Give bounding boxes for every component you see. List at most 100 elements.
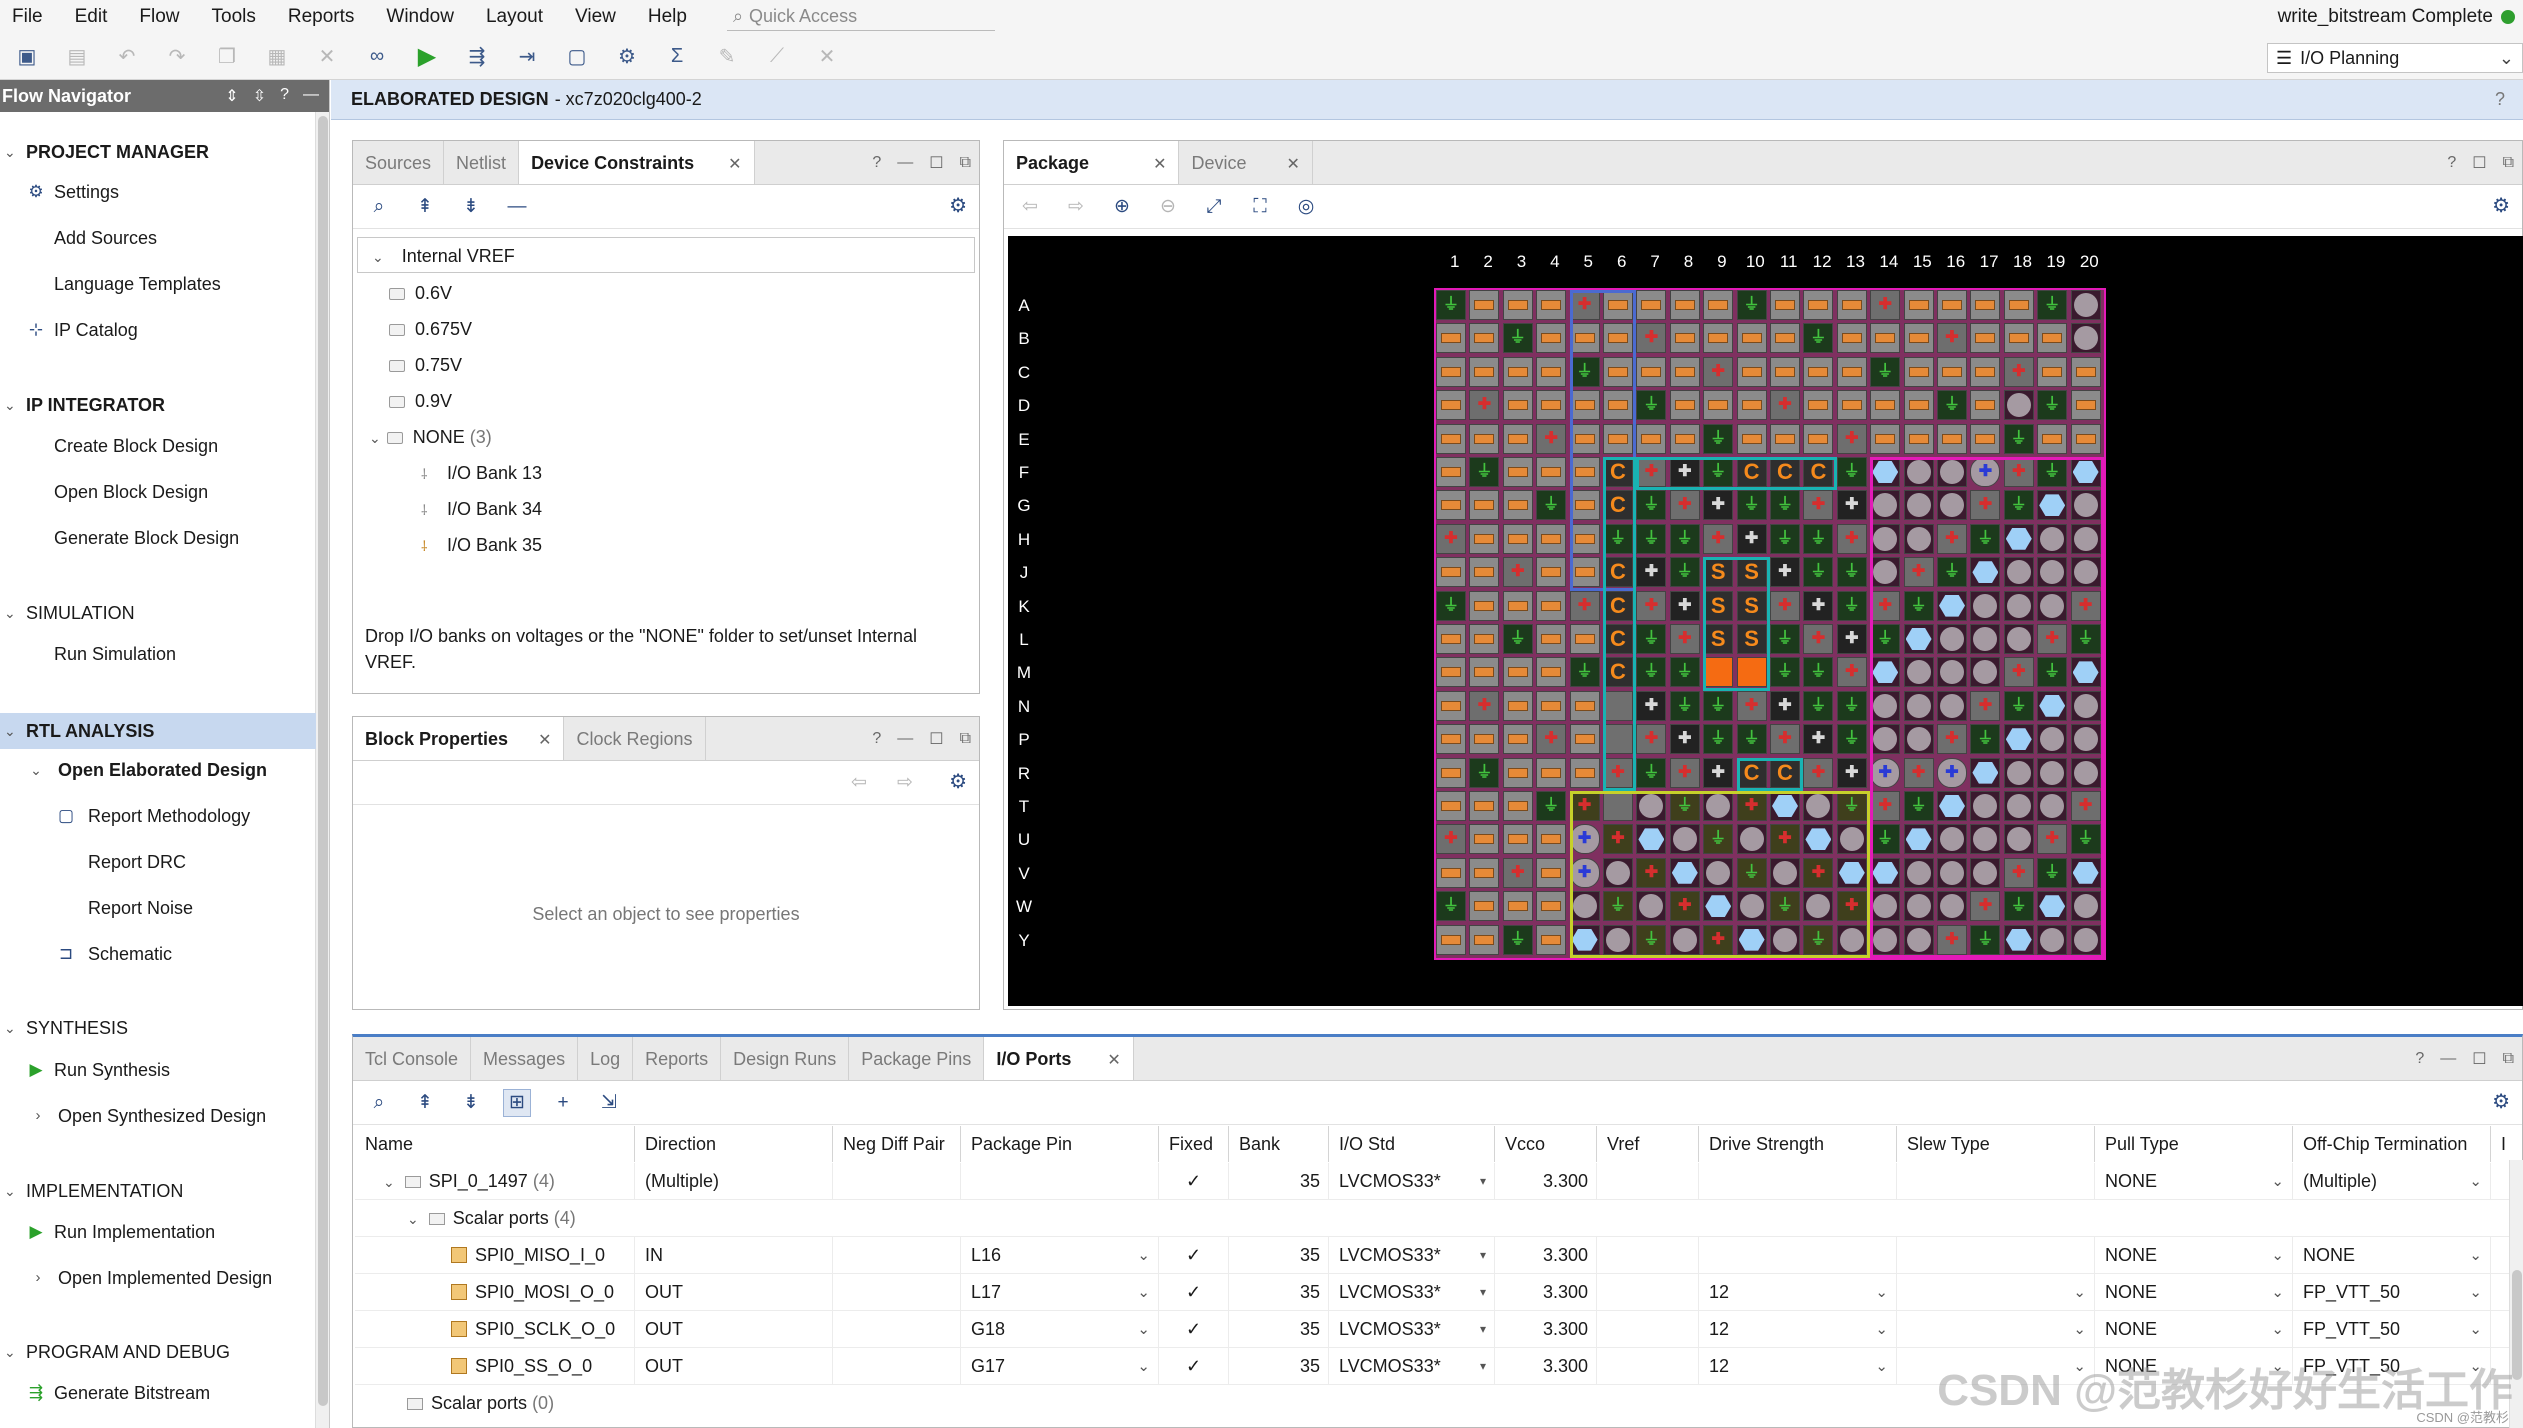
package-pin[interactable] xyxy=(1569,557,1600,588)
menu-view[interactable]: View xyxy=(561,0,634,34)
package-pin[interactable]: ⏚ xyxy=(1636,390,1667,421)
package-pin[interactable] xyxy=(1502,791,1533,821)
package-pin[interactable]: C xyxy=(1770,457,1800,487)
add-icon[interactable]: + xyxy=(549,1089,577,1117)
search-icon[interactable]: ⌕ xyxy=(365,1089,393,1117)
package-pin[interactable] xyxy=(1536,657,1567,688)
menu-window[interactable]: Window xyxy=(372,0,472,34)
nav-run-simulation[interactable]: Run Simulation xyxy=(54,639,176,669)
tree-node-voltage[interactable]: 0.675V xyxy=(357,311,472,347)
package-pin[interactable]: ⏚ xyxy=(1836,690,1867,721)
package-pin[interactable]: ✚ xyxy=(2037,824,2068,855)
package-pin[interactable] xyxy=(1536,824,1567,855)
zoom-in-icon[interactable]: ⊕ xyxy=(1108,193,1136,221)
minimize-icon[interactable]: — xyxy=(897,154,913,172)
cell-fixed[interactable]: ✓ xyxy=(1159,1274,1229,1311)
package-pin[interactable]: ✚ xyxy=(1636,857,1667,888)
package-pin[interactable]: ⏚ xyxy=(1603,891,1633,922)
package-pin[interactable] xyxy=(1636,290,1667,320)
nav-create-block-design[interactable]: Create Block Design xyxy=(54,431,218,461)
package-pin[interactable]: ⏚ xyxy=(1636,624,1667,654)
quick-access-input[interactable]: ⌕ Quick Access xyxy=(726,3,995,31)
package-pin[interactable] xyxy=(1937,791,1967,821)
package-pin[interactable]: ✚ xyxy=(1436,523,1466,554)
package-pin[interactable]: ✚ xyxy=(1836,624,1867,654)
menu-help[interactable]: Help xyxy=(634,0,705,34)
table-row-group[interactable]: ⌄ SPI_0_1497 (4) (Multiple) ✓ 35 LVCMOS33… xyxy=(355,1163,2523,1200)
package-pin[interactable] xyxy=(1937,624,1967,654)
package-pin[interactable] xyxy=(2070,557,2101,588)
search-icon[interactable]: ⌕ xyxy=(365,193,393,221)
package-pin[interactable]: S xyxy=(1703,624,1734,654)
nav-report-noise[interactable]: Report Noise xyxy=(88,893,193,923)
package-pin[interactable]: ⏚ xyxy=(1803,924,1834,955)
minimize-icon[interactable]: — xyxy=(2440,1050,2456,1068)
package-pin[interactable] xyxy=(1536,891,1567,922)
package-pin[interactable] xyxy=(1469,423,1500,454)
package-pin[interactable] xyxy=(1636,356,1667,387)
package-pin[interactable] xyxy=(1436,457,1466,487)
package-pin[interactable]: ✚ xyxy=(1469,690,1500,721)
package-pin[interactable] xyxy=(1502,690,1533,721)
float-icon[interactable]: ⧉ xyxy=(2503,1050,2514,1068)
package-pin[interactable] xyxy=(1502,724,1533,755)
package-pin[interactable] xyxy=(1903,423,1934,454)
package-pin[interactable] xyxy=(1603,290,1633,320)
package-pin[interactable] xyxy=(1870,924,1901,955)
package-pin[interactable] xyxy=(1669,323,1700,354)
tool-a-icon[interactable]: ✎ xyxy=(710,40,744,74)
package-pin[interactable] xyxy=(2070,523,2101,554)
close-icon[interactable]: ✕ xyxy=(1287,156,1300,173)
nav-ip-catalog[interactable]: ⊹ IP Catalog xyxy=(26,315,138,345)
package-pin[interactable] xyxy=(1937,690,1967,721)
cell-pull[interactable]: NONE ⌄ xyxy=(2095,1163,2293,1200)
package-pin[interactable] xyxy=(1569,323,1600,354)
package-pin[interactable] xyxy=(1736,356,1767,387)
package-pin[interactable] xyxy=(1536,557,1567,588)
package-pin[interactable]: ⏚ xyxy=(2070,624,2101,654)
package-pin[interactable] xyxy=(2070,724,2101,755)
back-icon[interactable]: ⇦ xyxy=(845,769,873,797)
package-pin[interactable] xyxy=(1937,657,1967,688)
package-pin[interactable] xyxy=(1436,757,1466,788)
package-pin[interactable] xyxy=(1536,523,1567,554)
maximize-icon[interactable]: ☐ xyxy=(929,729,943,749)
package-pin[interactable] xyxy=(2003,390,2034,421)
package-pin[interactable] xyxy=(1436,791,1466,821)
package-pin[interactable] xyxy=(1636,423,1667,454)
package-pin[interactable]: ⏚ xyxy=(1770,523,1800,554)
package-pin[interactable]: ⏚ xyxy=(1669,791,1700,821)
collapse-all-icon[interactable]: ⇞ xyxy=(411,1089,439,1117)
package-pin[interactable] xyxy=(2070,423,2101,454)
package-pin[interactable] xyxy=(1970,657,2001,688)
package-pin[interactable]: ✚ xyxy=(1770,390,1800,421)
settings-gear-icon[interactable]: ⚙ xyxy=(610,40,644,74)
package-pin[interactable]: ✚ xyxy=(1770,557,1800,588)
package-pin[interactable] xyxy=(1603,423,1633,454)
package-pin[interactable] xyxy=(2070,891,2101,922)
cell-io-std[interactable]: LVCMOS33* ▾ xyxy=(1329,1163,1495,1200)
package-pin[interactable] xyxy=(1870,891,1901,922)
nav-report-drc[interactable]: Report DRC xyxy=(88,847,186,877)
section-implementation[interactable]: ⌄ IMPLEMENTATION xyxy=(0,1176,316,1206)
minimize-icon[interactable]: — xyxy=(897,730,913,748)
package-pin[interactable]: ✚ xyxy=(2003,857,2034,888)
package-pin[interactable]: ⏚ xyxy=(1803,690,1834,721)
package-pin[interactable] xyxy=(1502,757,1533,788)
package-pin[interactable]: ✚ xyxy=(1603,824,1633,855)
package-pin[interactable] xyxy=(1736,423,1767,454)
package-pin[interactable] xyxy=(1903,390,1934,421)
package-pin[interactable]: C xyxy=(1603,590,1633,621)
tab-package[interactable]: Package ✕ xyxy=(1004,141,1180,184)
package-pin[interactable] xyxy=(1770,857,1800,888)
package-pin[interactable] xyxy=(1469,724,1500,755)
undo-icon[interactable]: ↶ xyxy=(110,40,144,74)
gear-icon[interactable]: ⚙ xyxy=(2492,193,2510,218)
package-pin[interactable] xyxy=(1937,857,1967,888)
package-pin[interactable]: ✚ xyxy=(1770,724,1800,755)
package-pin[interactable]: S xyxy=(1703,590,1734,621)
package-pin[interactable]: ✚ xyxy=(1703,757,1734,788)
package-pin[interactable]: ⏚ xyxy=(1636,924,1667,955)
package-pin[interactable]: ✚ xyxy=(1603,757,1633,788)
package-pin[interactable] xyxy=(1970,791,2001,821)
